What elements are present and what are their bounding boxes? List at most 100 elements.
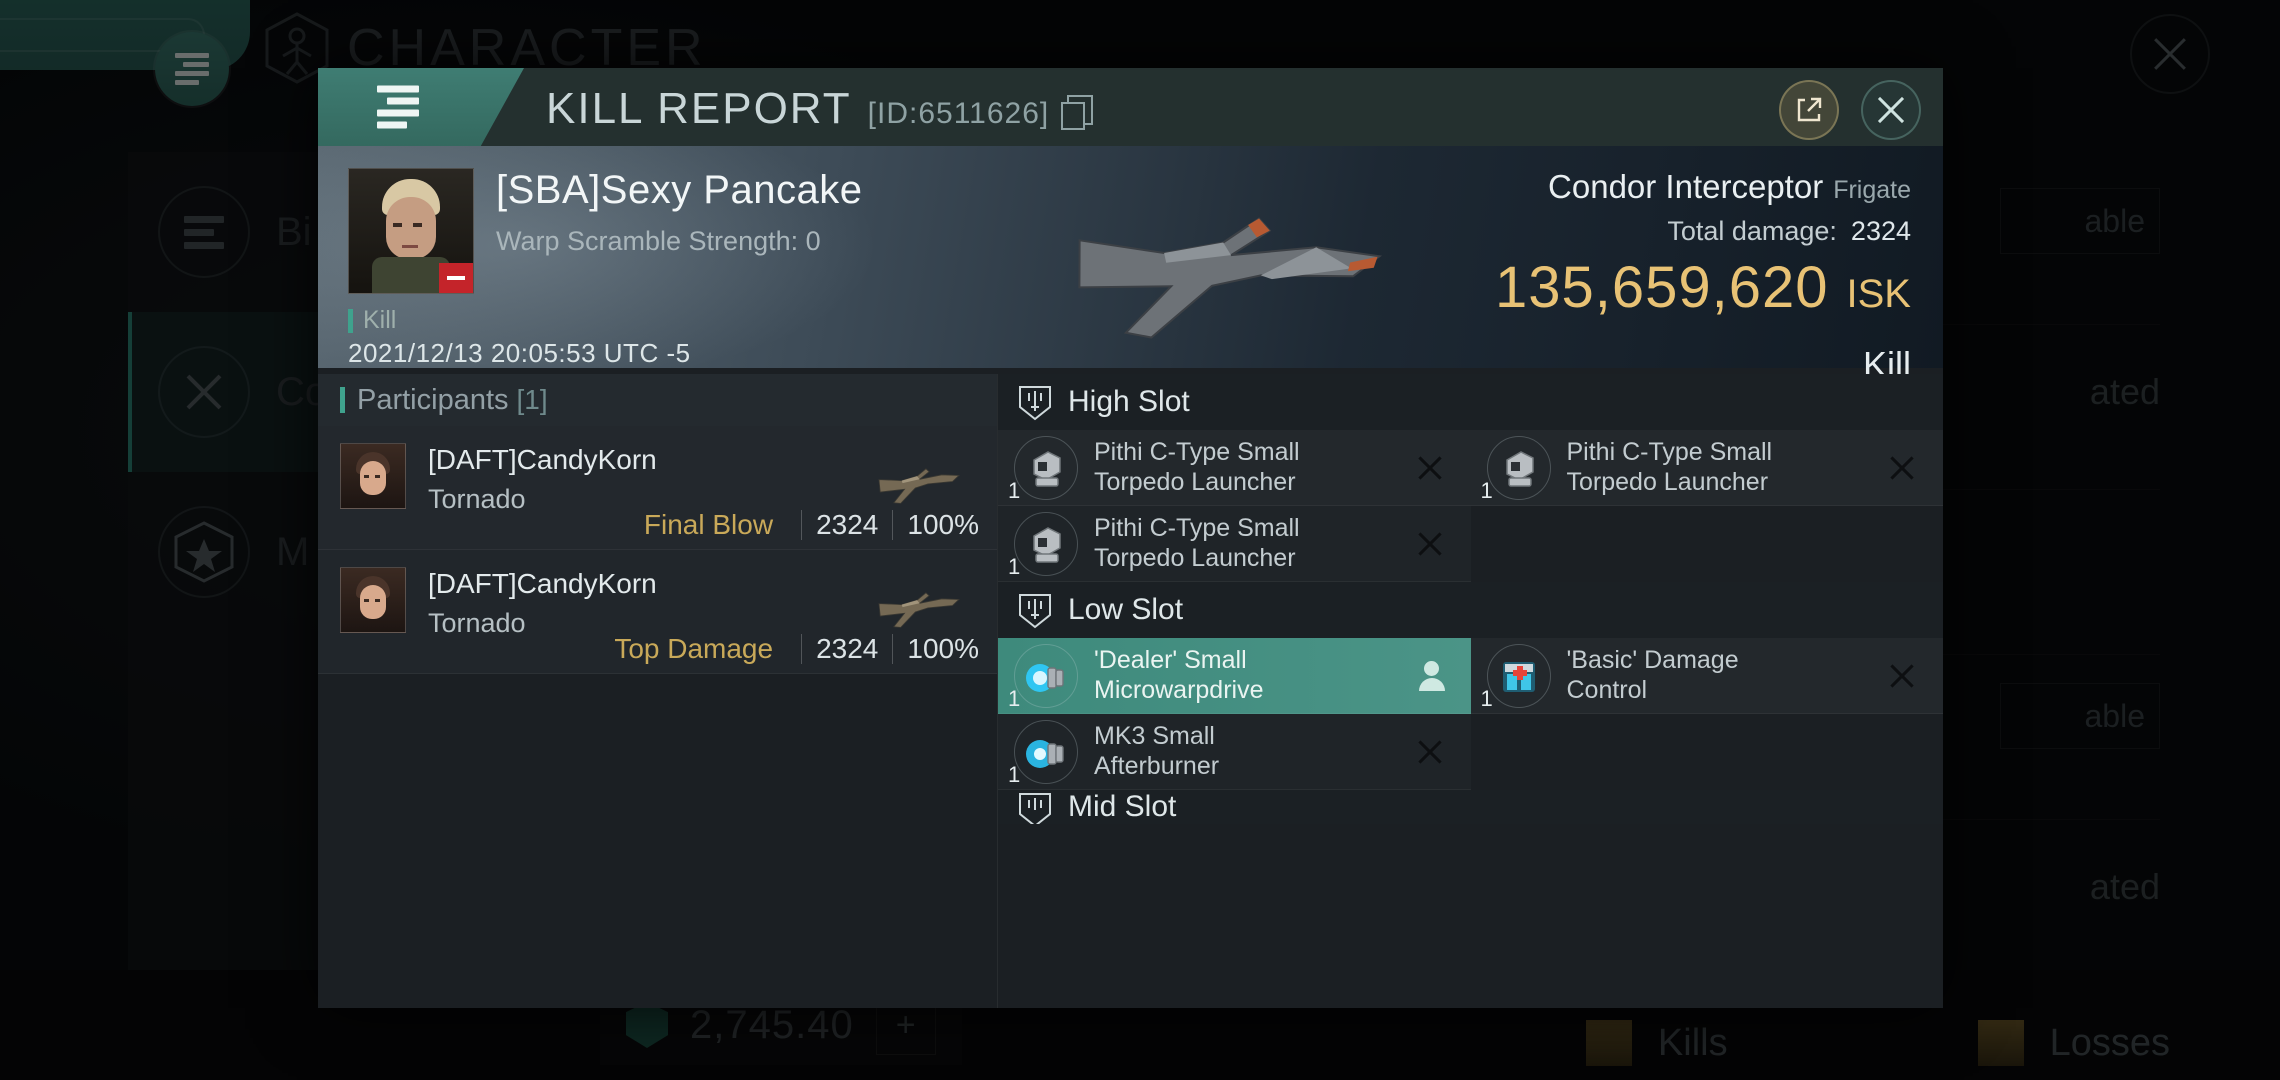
module-name: Pithi C-Type Small Torpedo Launcher: [1094, 438, 1300, 497]
list-item[interactable]: 1 Pithi C-Type Small Torpedo Launcher: [1470, 430, 1943, 506]
external-link-icon[interactable]: [1779, 80, 1839, 140]
module-name-line2: Torpedo Launcher: [1094, 543, 1296, 572]
module-name-line1: Pithi C-Type Small: [1094, 514, 1300, 542]
participant-tag: Top Damage: [614, 633, 774, 664]
section-label: High Slot: [1068, 385, 1190, 418]
module-icon: 1: [1008, 719, 1078, 787]
module-quantity: 1: [1008, 685, 1021, 711]
kill-report-modal: KILL REPORT [ID:6511626] [SBA]Sexy Panca…: [318, 68, 1943, 1008]
participant-stats: Final Blow 2324 100%: [644, 509, 979, 541]
participant-name: [DAFT]CandyKorn: [428, 444, 657, 475]
section-header-low-slot: Low Slot: [998, 582, 1943, 638]
ship-summary: Condor Interceptor Frigate: [1548, 168, 1911, 206]
result-accent-bar: [348, 308, 353, 333]
participant-percent: 100%: [907, 509, 979, 540]
empty-slot: [1471, 506, 1944, 582]
section-label: Low Slot: [1068, 593, 1184, 626]
remove-icon[interactable]: [1887, 453, 1917, 483]
module-quantity: 1: [1008, 553, 1021, 579]
ship-class: Frigate: [1833, 176, 1911, 204]
person-icon[interactable]: [1418, 660, 1445, 691]
modal-header: KILL REPORT [ID:6511626]: [318, 68, 1943, 146]
low-slot-column-right: 1 'Basic' Damage Control: [1470, 638, 1944, 790]
avatar: [340, 443, 406, 509]
table-row[interactable]: [DAFT]CandyKorn Tornado Final Blow 2324 …: [318, 426, 997, 550]
fitting-panel: High Slot 1 Pithi C-Type Small Torpedo L…: [998, 374, 1943, 1008]
low-slot-column-left: 1 'Dealer' Small Microwarpdrive 1 MK3 Sm…: [998, 638, 1471, 790]
ship-name: Condor Interceptor: [1548, 168, 1824, 205]
list-item-selected[interactable]: 1 'Dealer' Small Microwarpdrive: [998, 638, 1471, 714]
module-name-line1: 'Dealer' Small: [1094, 646, 1247, 674]
module-name: MK3 Small Afterburner: [1094, 722, 1219, 781]
module-name: Pithi C-Type Small Torpedo Launcher: [1567, 438, 1773, 497]
module-name-line2: Torpedo Launcher: [1094, 467, 1296, 496]
module-name: Pithi C-Type Small Torpedo Launcher: [1094, 514, 1300, 573]
warp-scramble-strength: Warp Scramble Strength: 0: [496, 226, 821, 256]
module-name-line1: 'Basic' Damage: [1566, 646, 1739, 674]
total-damage-label: Total damage:: [1667, 216, 1837, 246]
module-name-line2: Microwarpdrive: [1094, 675, 1264, 704]
participant-ship: Tornado: [428, 484, 526, 514]
module-name-line1: Pithi C-Type Small: [1094, 438, 1300, 466]
participants-panel: Participants [1] [DAFT]CandyKorn Tornado…: [318, 374, 998, 1008]
copy-icon[interactable]: [1061, 95, 1094, 130]
participant-stats: Top Damage 2324 100%: [614, 633, 979, 665]
high-slot-column-right: 1 Pithi C-Type Small Torpedo Launcher: [1470, 430, 1944, 582]
module-name: 'Basic' Damage Control: [1567, 646, 1739, 705]
total-damage: Total damage: 2324: [1667, 216, 1911, 247]
table-row[interactable]: [DAFT]CandyKorn Tornado Top Damage 2324 …: [318, 550, 997, 674]
slot-shield-icon: [1019, 594, 1051, 629]
low-slot-grid: 1 'Dealer' Small Microwarpdrive 1 MK3 Sm…: [998, 638, 1943, 790]
hamburger-menu-icon: [377, 81, 419, 134]
participants-label: Participants: [357, 383, 509, 416]
victim-avatar[interactable]: [348, 168, 474, 294]
section-header-high-slot: High Slot: [998, 374, 1943, 430]
participant-name: [DAFT]CandyKorn: [428, 568, 657, 599]
remove-icon[interactable]: [1415, 737, 1445, 767]
result-tag: Kill: [348, 306, 396, 335]
module-name-line2: Control: [1566, 675, 1648, 704]
high-slot-column-left: 1 Pithi C-Type Small Torpedo Launcher 1 …: [998, 430, 1471, 582]
modal-title-group: KILL REPORT [ID:6511626]: [546, 84, 1094, 134]
slot-shield-icon: [1019, 793, 1051, 824]
list-item[interactable]: 1 Pithi C-Type Small Torpedo Launcher: [998, 506, 1471, 582]
negative-standing-icon: [439, 263, 473, 293]
kill-report-id: [ID:6511626]: [867, 97, 1050, 130]
section-label: Mid Slot: [1068, 790, 1177, 823]
avatar: [340, 567, 406, 633]
list-item[interactable]: 1 MK3 Small Afterburner: [998, 714, 1471, 790]
module-name-line1: Pithi C-Type Small: [1566, 438, 1773, 466]
victim-ship-render: [1078, 217, 1383, 339]
module-icon: 1: [1481, 643, 1551, 711]
remove-icon[interactable]: [1887, 661, 1917, 691]
total-damage-value: 2324: [1850, 216, 1911, 246]
participant-damage: 2324: [816, 633, 879, 664]
isk-currency: ISK: [1846, 272, 1911, 316]
isk-value: 135,659,620: [1494, 255, 1829, 320]
slot-shield-icon: [1019, 386, 1051, 421]
participant-tag: Final Blow: [643, 509, 774, 540]
remove-icon[interactable]: [1415, 453, 1445, 483]
participants-header: Participants [1]: [318, 374, 997, 426]
module-icon: 1: [1481, 435, 1551, 503]
remove-icon[interactable]: [1415, 529, 1445, 559]
modal-menu-button[interactable]: [318, 68, 478, 146]
participant-damage: 2324: [816, 509, 879, 540]
modal-header-buttons: [1779, 80, 1921, 140]
module-quantity: 1: [1480, 477, 1493, 503]
modal-body: Participants [1] [DAFT]CandyKorn Tornado…: [318, 374, 1943, 1008]
module-name: 'Dealer' Small Microwarpdrive: [1094, 646, 1263, 705]
victim-banner: [SBA]Sexy Pancake Warp Scramble Strength…: [318, 146, 1943, 398]
list-item[interactable]: 1 'Basic' Damage Control: [1470, 638, 1943, 714]
list-item[interactable]: 1 Pithi C-Type Small Torpedo Launcher: [998, 430, 1471, 506]
kill-timestamp: 2021/12/13 20:05:53 UTC -5: [348, 338, 691, 368]
module-icon: 1: [1008, 511, 1078, 579]
victim-name: [SBA]Sexy Pancake: [496, 168, 863, 212]
section-accent-bar: [340, 387, 345, 413]
participant-percent: 100%: [907, 633, 979, 664]
module-quantity: 1: [1480, 685, 1493, 711]
participants-count: [1]: [516, 384, 548, 415]
module-icon: 1: [1008, 643, 1078, 711]
close-icon[interactable]: [1861, 80, 1921, 140]
empty-slot: [1471, 714, 1944, 790]
